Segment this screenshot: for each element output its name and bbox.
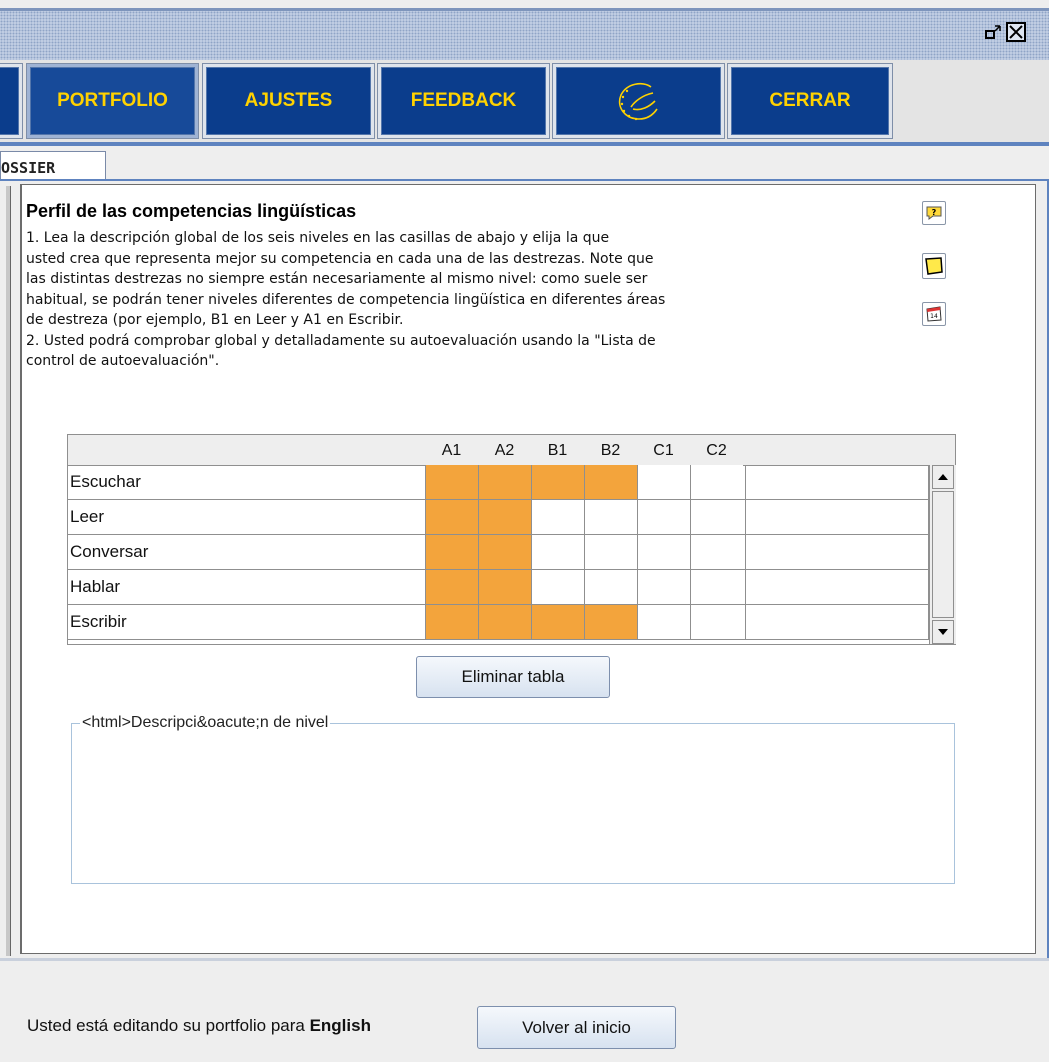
- level-cell-c1[interactable]: [637, 535, 690, 569]
- level-cell-a2[interactable]: [478, 535, 531, 569]
- level-cell-c2[interactable]: [690, 535, 743, 569]
- skill-label: Conversar: [70, 542, 149, 561]
- help-button[interactable]: ?: [922, 201, 946, 225]
- level-cell-c1[interactable]: [637, 570, 690, 604]
- note-icon: [925, 257, 943, 275]
- tab-dossier[interactable]: OSSIER: [0, 151, 106, 181]
- status-prefix: Usted está editando su portfolio para: [27, 1016, 305, 1035]
- level-cell-c1[interactable]: [637, 465, 690, 499]
- nav-button-feedback[interactable]: FEEDBACK: [378, 64, 549, 138]
- level-cell-b2[interactable]: [584, 465, 637, 499]
- scroll-down-icon[interactable]: [932, 620, 954, 644]
- skill-label: Escribir: [70, 612, 127, 631]
- page-title: Perfil de las competencias lingüísticas: [26, 201, 357, 221]
- svg-text:?: ?: [932, 208, 937, 217]
- level-cell-b1[interactable]: [531, 500, 584, 534]
- scroll-thumb[interactable]: [932, 491, 954, 618]
- nav-button-dossier[interactable]: [0, 64, 22, 138]
- level-cell-a2[interactable]: [478, 605, 531, 639]
- footer-divider: [0, 958, 1049, 961]
- level-cell-a2[interactable]: [478, 570, 531, 604]
- level-table: A1 A2 B1 B2 C1 C2 Escuchar Leer Conversar H…: [67, 434, 956, 645]
- skill-label: Hablar: [70, 577, 121, 596]
- level-row: Hablar: [68, 570, 929, 605]
- level-description-box: <html>Descripci&oacute;n de nivel: [71, 714, 955, 884]
- level-row: Escuchar: [68, 465, 929, 500]
- row-filler: [745, 500, 929, 534]
- skill-label: Leer: [70, 507, 105, 526]
- level-cell-c1[interactable]: [637, 605, 690, 639]
- nav-button-cerrar[interactable]: CERRAR: [728, 64, 892, 138]
- column-header-a1: A1: [441, 442, 462, 459]
- level-cell-b1[interactable]: [531, 570, 584, 604]
- column-header-a2: A2: [494, 442, 515, 459]
- nav-button-portfolio[interactable]: PORTFOLIO: [27, 64, 198, 138]
- back-home-button[interactable]: Volver al inicio: [477, 1006, 676, 1049]
- level-cell-c2[interactable]: [690, 605, 743, 639]
- nav-button-ajustes[interactable]: AJUSTES: [203, 64, 374, 138]
- tab-row: OSSIER: [0, 146, 1049, 181]
- restore-icon[interactable]: [983, 22, 1003, 42]
- level-cell-b2[interactable]: [584, 500, 637, 534]
- row-filler: [745, 570, 929, 604]
- skill-label: Escuchar: [70, 472, 141, 491]
- level-description-legend: <html>Descripci&oacute;n de nivel: [82, 714, 329, 731]
- row-filler: [745, 605, 929, 639]
- svg-text:14: 14: [930, 313, 938, 320]
- council-of-europe-logo-icon: [618, 82, 658, 121]
- level-cell-a1[interactable]: [425, 465, 478, 499]
- level-table-header: A1 A2 B1 B2 C1 C2: [68, 435, 955, 466]
- level-cell-c1[interactable]: [637, 500, 690, 534]
- calendar-icon: 14: [926, 306, 942, 322]
- help-icon: ?: [926, 206, 942, 220]
- delete-table-button[interactable]: Eliminar tabla: [416, 656, 610, 698]
- level-cell-b1[interactable]: [531, 465, 584, 499]
- nav-button-council-logo[interactable]: [553, 64, 724, 138]
- level-cell-a1[interactable]: [425, 500, 478, 534]
- close-icon[interactable]: [1006, 22, 1026, 42]
- column-header-b2: B2: [600, 442, 621, 459]
- level-cell-a2[interactable]: [478, 500, 531, 534]
- title-bar: [0, 0, 1049, 60]
- level-cell-b2[interactable]: [584, 535, 637, 569]
- status-text: Usted está editando su portfolio para En…: [27, 1016, 371, 1036]
- instructions-text: 1. Lea la descripción global de los seis…: [26, 230, 666, 369]
- scroll-up-icon[interactable]: [932, 465, 954, 489]
- column-header-c2: C2: [706, 442, 727, 459]
- level-cell-a1[interactable]: [425, 570, 478, 604]
- table-scrollbar[interactable]: [929, 465, 956, 644]
- note-button[interactable]: [922, 253, 946, 279]
- level-cell-c2[interactable]: [690, 570, 743, 604]
- row-filler: [745, 535, 929, 569]
- level-row: Escribir: [68, 605, 929, 640]
- level-cell-c2[interactable]: [690, 500, 743, 534]
- level-cell-b2[interactable]: [584, 605, 637, 639]
- column-header-b1: B1: [547, 442, 568, 459]
- level-row: Leer: [68, 500, 929, 535]
- level-cell-b2[interactable]: [584, 570, 637, 604]
- calendar-button[interactable]: 14: [922, 302, 946, 326]
- level-cell-a2[interactable]: [478, 465, 531, 499]
- column-header-c1: C1: [653, 442, 674, 459]
- level-cell-a1[interactable]: [425, 605, 478, 639]
- status-language: English: [309, 1016, 371, 1035]
- row-filler: [745, 465, 929, 499]
- level-cell-b1[interactable]: [531, 535, 584, 569]
- level-row: Conversar: [68, 535, 929, 570]
- level-cell-a1[interactable]: [425, 535, 478, 569]
- level-cell-c2[interactable]: [690, 465, 743, 499]
- panel-scroll-edge: [6, 186, 11, 956]
- level-cell-b1[interactable]: [531, 605, 584, 639]
